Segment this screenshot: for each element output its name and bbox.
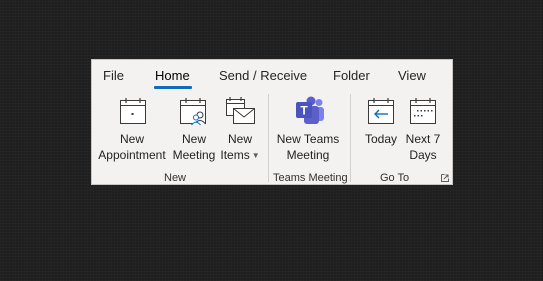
today-button[interactable]: Today — [362, 96, 400, 166]
active-tab-indicator — [154, 86, 192, 89]
svg-text:T: T — [300, 104, 308, 118]
calendar-week-icon — [410, 98, 436, 124]
new-teams-meeting-label-1: New Teams — [276, 132, 340, 146]
tab-home[interactable]: Home — [155, 68, 190, 83]
new-appointment-label-2: Appointment — [98, 148, 166, 162]
new-items-label-1: New — [227, 132, 252, 146]
new-meeting-label-2: Meeting — [172, 148, 216, 162]
chevron-down-icon[interactable]: ▼ — [252, 151, 260, 160]
new-meeting-label-1: New — [181, 132, 206, 146]
group-label-go-to: Go To — [380, 172, 410, 184]
next-7-days-button[interactable]: Next 7 Days — [405, 96, 441, 166]
calendar-dot-icon — [120, 98, 146, 124]
new-items-label-2-wrap: Items ▼ — [219, 147, 261, 164]
tab-view[interactable]: View — [398, 68, 426, 83]
group-divider — [350, 94, 351, 182]
next-7-days-label-2: Days — [409, 148, 437, 162]
group-label-new: New — [164, 172, 187, 184]
new-teams-meeting-button[interactable]: T New Teams Meeting — [274, 96, 342, 166]
group-divider — [268, 94, 269, 182]
new-items-label-2: Items — [220, 148, 250, 162]
calendar-today-arrow-icon — [368, 98, 394, 124]
calendar-mail-icon — [226, 97, 255, 124]
next-7-days-label-1: Next 7 — [405, 132, 441, 146]
new-meeting-button[interactable]: New Meeting — [171, 96, 217, 166]
ribbon: File Home Send / Receive Folder View New… — [91, 59, 453, 185]
new-appointment-label-1: New — [119, 132, 144, 146]
calendar-people-icon — [180, 98, 206, 126]
new-teams-meeting-label-2: Meeting — [286, 148, 330, 162]
tab-send-receive[interactable]: Send / Receive — [219, 68, 307, 83]
new-appointment-button[interactable]: New Appointment — [97, 96, 167, 166]
group-label-teams-meeting: Teams Meeting — [273, 172, 348, 184]
new-items-button[interactable]: New Items ▼ — [219, 96, 261, 166]
tab-folder[interactable]: Folder — [333, 68, 370, 83]
teams-icon: T — [296, 96, 324, 124]
dialog-launcher-icon[interactable] — [441, 174, 449, 182]
tab-file[interactable]: File — [103, 68, 124, 83]
ribbon-tabs: File Home Send / Receive Folder View — [92, 60, 452, 90]
today-label: Today — [364, 132, 398, 146]
